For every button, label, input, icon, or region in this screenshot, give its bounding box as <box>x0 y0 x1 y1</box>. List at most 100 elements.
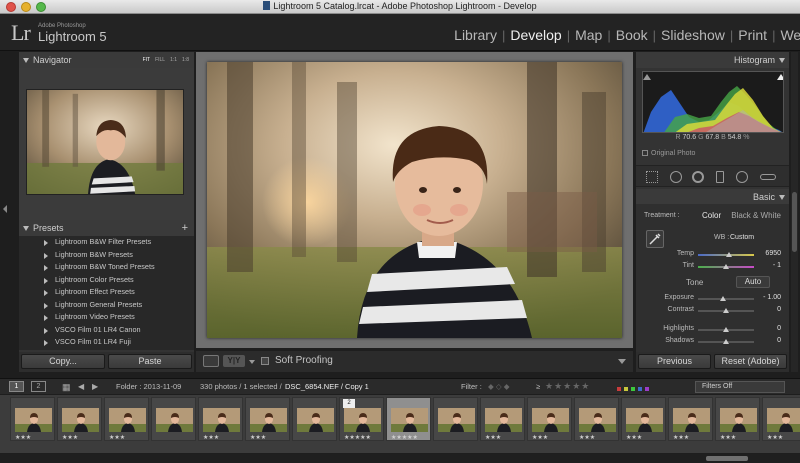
preset-folder[interactable]: Lightroom B&W Presets <box>19 249 194 262</box>
grid-view-icon[interactable]: ▦ <box>62 382 71 393</box>
tone-auto-button[interactable]: Auto <box>736 276 770 288</box>
filmstrip-thumbnail[interactable]: ★★★ <box>480 397 525 441</box>
treatment-bw-button[interactable]: Black & White <box>731 211 781 220</box>
preset-folder[interactable]: Lightroom Video Presets <box>19 311 194 324</box>
slider-track[interactable] <box>698 264 754 269</box>
filmstrip-thumbnail[interactable]: ★★★ <box>57 397 102 441</box>
green-label-icon[interactable] <box>631 387 635 391</box>
filmstrip-thumbnail[interactable] <box>151 397 196 441</box>
histogram-header[interactable]: Histogram <box>636 52 789 68</box>
module-print[interactable]: Print <box>733 27 772 43</box>
window-2-button[interactable]: 2 <box>31 381 46 392</box>
preset-folder[interactable]: VSCO Film 01 LR4 Fuji <box>19 336 194 349</box>
slider-row-shadows[interactable]: Shadows 0 <box>636 337 789 348</box>
graduated-filter-icon[interactable] <box>716 171 724 183</box>
radial-filter-icon[interactable] <box>736 171 748 183</box>
slider-value[interactable]: - 1.00 <box>763 294 781 301</box>
filmstrip-thumbnail[interactable]: ★★★ <box>621 397 666 441</box>
module-map[interactable]: Map <box>570 27 607 43</box>
slider-track[interactable] <box>698 308 754 313</box>
rating-filter-stars[interactable]: ★★★★★ <box>545 381 590 392</box>
spot-removal-tool-icon[interactable] <box>670 171 682 183</box>
zoom-option[interactable]: FIT <box>143 57 151 63</box>
current-file[interactable]: DSC_6854.NEF / Copy 1 <box>285 382 369 391</box>
slider-knob[interactable] <box>723 339 729 344</box>
copy-button[interactable]: Copy... <box>21 354 105 369</box>
slider-knob[interactable] <box>723 308 729 313</box>
navigator-preview[interactable] <box>26 89 184 195</box>
yellow-label-icon[interactable] <box>624 387 628 391</box>
preset-folder[interactable]: Lightroom B&W Toned Presets <box>19 261 194 274</box>
slider-row-exposure[interactable]: Exposure - 1.00 <box>636 294 789 305</box>
before-after-chevron-icon[interactable] <box>249 360 255 364</box>
preset-folder[interactable]: VSCO Film 01 LR4 Canon <box>19 324 194 337</box>
zoom-option[interactable]: 1:8 <box>182 57 189 63</box>
back-arrow-icon[interactable]: ◀ <box>78 382 84 391</box>
forward-arrow-icon[interactable]: ▶ <box>92 382 98 391</box>
module-slideshow[interactable]: Slideshow <box>656 27 730 43</box>
reset-button[interactable]: Reset (Adobe) <box>714 354 787 369</box>
slider-value[interactable]: 0 <box>777 325 781 332</box>
filmstrip[interactable]: ★★★ ★★★ ★★★ ★★★ ★★★ 2 ★★★★★ ★★★★★ ★★★ ★★★ ★★★ ★★★ ★★… <box>0 395 800 453</box>
slider-value[interactable]: 0 <box>777 306 781 313</box>
zoom-option[interactable]: 1:1 <box>170 57 177 63</box>
preset-folder[interactable]: Lightroom B&W Filter Presets <box>19 236 194 249</box>
filmstrip-thumbnail[interactable]: ★★★ <box>10 397 55 441</box>
paste-button[interactable]: Paste <box>108 354 192 369</box>
white-balance-dropper-icon[interactable] <box>646 230 664 248</box>
before-after-button[interactable]: Y|Y <box>223 355 245 367</box>
blue-label-icon[interactable] <box>638 387 642 391</box>
filmstrip-thumbnail[interactable]: ★★★ <box>762 397 800 441</box>
module-library[interactable]: Library <box>449 27 502 43</box>
folder-label[interactable]: Folder : 2013-11-09 <box>116 382 181 391</box>
main-photo[interactable] <box>207 62 622 338</box>
module-web[interactable]: Web <box>775 27 800 43</box>
rating-operator[interactable]: ≥ <box>536 382 540 391</box>
slider-value[interactable]: 6950 <box>765 250 781 257</box>
window-1-button[interactable]: 1 <box>9 381 24 392</box>
filter-preset-select[interactable]: Filters Off <box>695 381 785 393</box>
toolbar-menu-icon[interactable] <box>618 359 626 364</box>
red-eye-tool-icon[interactable] <box>692 171 704 183</box>
slider-value[interactable]: 0 <box>777 337 781 344</box>
purple-label-icon[interactable] <box>645 387 649 391</box>
loupe-view-icon[interactable] <box>203 355 219 367</box>
flag-filter-icons[interactable]: ◆ ◇ ◆ <box>488 382 509 391</box>
module-develop[interactable]: Develop <box>505 27 566 43</box>
stack-count-badge[interactable]: 2 <box>343 399 355 408</box>
filmstrip-scrollbar[interactable] <box>0 454 800 463</box>
basic-header[interactable]: Basic <box>636 189 789 205</box>
filmstrip-thumbnail[interactable] <box>292 397 337 441</box>
slider-value[interactable]: - 1 <box>773 262 781 269</box>
filmstrip-thumbnail[interactable]: ★★★ <box>198 397 243 441</box>
filmstrip-thumbnail[interactable]: ★★★ <box>574 397 619 441</box>
filmstrip-thumbnail[interactable]: ★★★ <box>715 397 760 441</box>
color-label-filter[interactable] <box>617 384 652 393</box>
treatment-color-button[interactable]: Color <box>702 211 721 220</box>
preset-folder[interactable]: Lightroom General Presets <box>19 299 194 312</box>
slider-row-contrast[interactable]: Contrast 0 <box>636 306 789 317</box>
slider-knob[interactable] <box>725 252 732 257</box>
slider-knob[interactable] <box>720 296 727 301</box>
slider-row-highlights[interactable]: Highlights 0 <box>636 325 789 336</box>
right-panel-scrollbar[interactable] <box>791 52 798 372</box>
red-label-icon[interactable] <box>617 387 621 391</box>
previous-button[interactable]: Previous <box>638 354 711 369</box>
filmstrip-thumbnail[interactable]: ★★★ <box>104 397 149 441</box>
left-panel-toggle-icon[interactable] <box>3 205 7 213</box>
filmstrip-thumbnail[interactable]: ★★★ <box>527 397 572 441</box>
original-photo-toggle[interactable]: Original Photo <box>642 150 695 157</box>
scrollbar-thumb[interactable] <box>792 192 797 252</box>
slider-track[interactable] <box>698 252 754 257</box>
filmstrip-thumbnail[interactable] <box>433 397 478 441</box>
slider-track[interactable] <box>698 339 754 344</box>
slider-row-temp[interactable]: Temp 6950 <box>636 250 789 261</box>
navigator-header[interactable]: Navigator FIT FILL 1:1 1:8 <box>19 52 194 68</box>
filmstrip-thumbnail[interactable]: ★★★ <box>668 397 713 441</box>
presets-header[interactable]: Presets + <box>19 220 194 236</box>
soft-proofing-checkbox[interactable] <box>261 357 269 365</box>
zoom-option[interactable]: FILL <box>155 57 165 63</box>
slider-row-tint[interactable]: Tint - 1 <box>636 262 789 273</box>
crop-tool-icon[interactable] <box>646 171 658 183</box>
original-photo-checkbox[interactable] <box>642 150 648 156</box>
